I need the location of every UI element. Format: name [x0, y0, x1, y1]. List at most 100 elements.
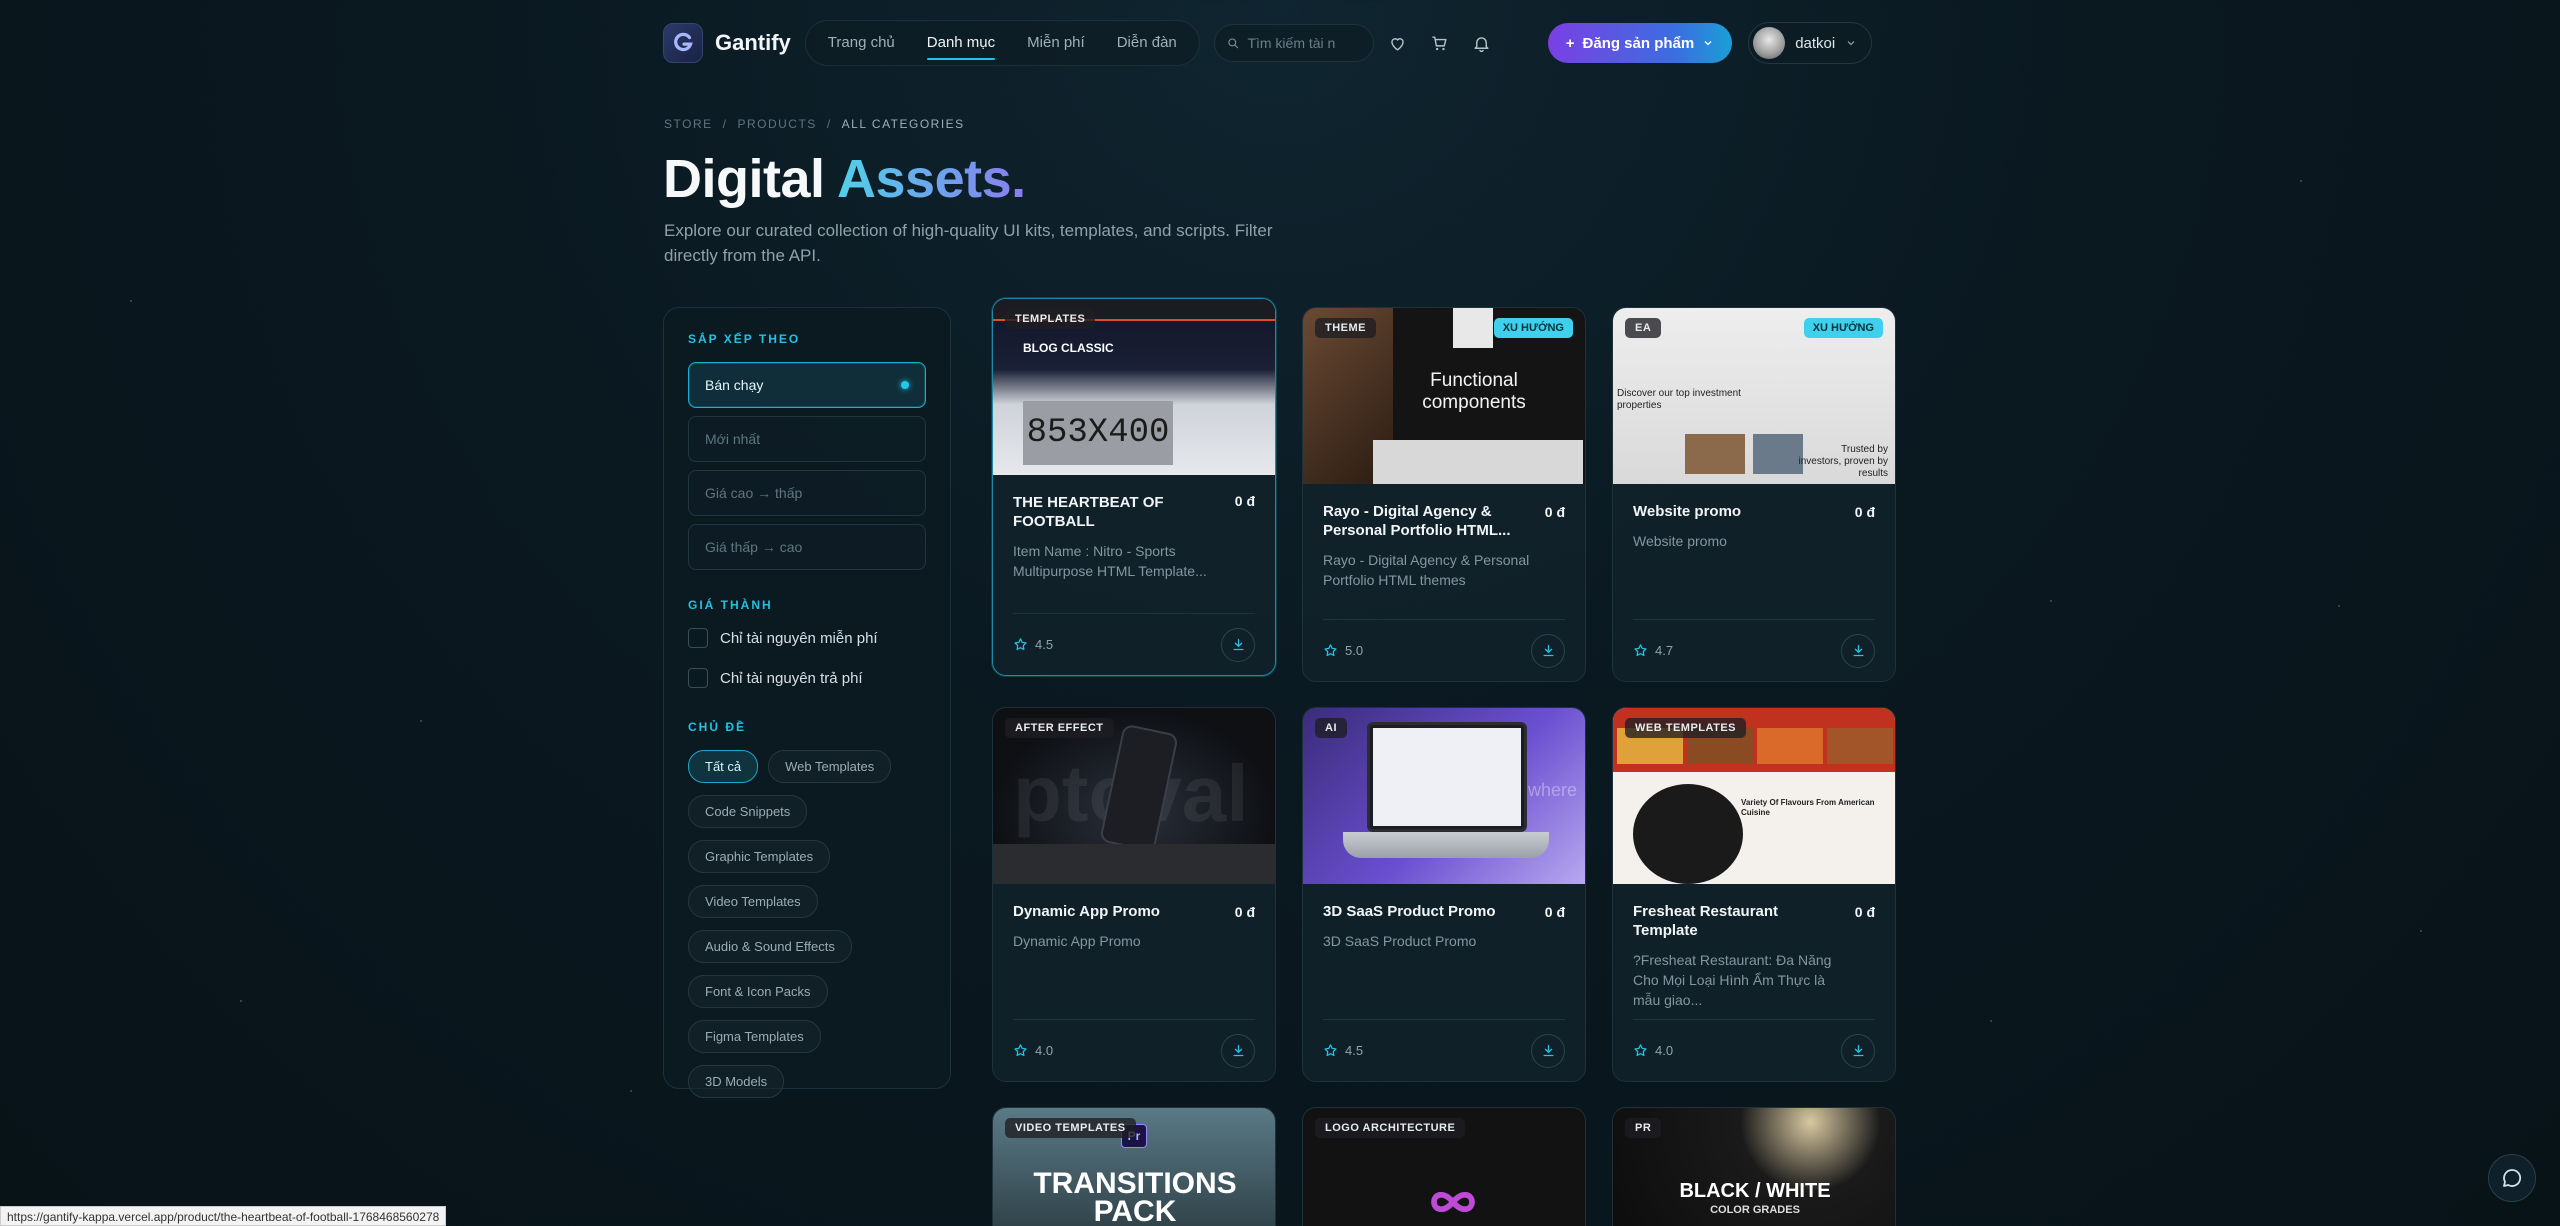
breadcrumb-store[interactable]: STORE: [664, 117, 713, 131]
nav-categories[interactable]: Danh mục: [915, 20, 1007, 66]
card-body: Dynamic App Promo 0 đ Dynamic App Promo: [993, 884, 1275, 951]
product-thumbnail: ptoval AFTER EFFECT: [993, 708, 1275, 884]
rating: 4.5: [1323, 1043, 1363, 1058]
product-thumbnail: Discover our top investment properties T…: [1613, 308, 1895, 484]
free-only-checkbox[interactable]: [688, 628, 708, 648]
product-description: Item Name : Nitro - Sports Multipurpose …: [1013, 543, 1207, 579]
download-icon: [1543, 644, 1553, 657]
topic-code-snippets[interactable]: Code Snippets: [688, 795, 808, 828]
product-thumbnail: where AI: [1303, 708, 1585, 884]
chat-bubble-icon: [2503, 1169, 2522, 1187]
star-icon: [1324, 1044, 1337, 1057]
thumb-headline: Functional components: [1422, 370, 1526, 413]
product-card[interactable]: where AI 3D SaaS Product Promo 0 đ 3D Sa…: [1302, 707, 1586, 1082]
thumb-headline: TRANSITIONS PACK: [1033, 1167, 1237, 1226]
sort-price-asc[interactable]: Giá thấp → cao: [688, 524, 926, 570]
sort-price-desc[interactable]: Giá cao → thấp: [688, 470, 926, 516]
nav-free[interactable]: Miễn phí: [1015, 20, 1097, 66]
thumb-headline: BLACK / WHITE: [1679, 1180, 1831, 1202]
sort-best-selling[interactable]: Bán chạy: [688, 362, 926, 408]
avatar: [1753, 27, 1786, 59]
rating: 4.7: [1633, 643, 1673, 658]
topic-graphic-templates[interactable]: Graphic Templates: [688, 840, 831, 873]
post-product-button[interactable]: + Đăng sản phẩm: [1547, 23, 1733, 63]
category-badge: WEB TEMPLATES: [1625, 718, 1747, 738]
paid-only-checkbox[interactable]: [688, 668, 708, 688]
topic-all[interactable]: Tất cả: [688, 750, 759, 783]
search-box: [1213, 24, 1374, 62]
product-name[interactable]: 3D SaaS Product Promo: [1323, 902, 1523, 921]
nav-forum[interactable]: Diễn đàn: [1105, 20, 1189, 66]
card-footer: 4.5: [1323, 1019, 1565, 1081]
topic-audio-sound[interactable]: Audio & Sound Effects: [688, 930, 852, 963]
download-button[interactable]: [1221, 1033, 1255, 1068]
product-name[interactable]: THE HEARTBEAT OF FOOTBALL: [1013, 493, 1213, 531]
product-card[interactable]: LOGO ARCHITECTURE: [1302, 1107, 1586, 1226]
card-footer: 4.7: [1633, 619, 1875, 681]
card-body: 3D SaaS Product Promo 0 đ 3D SaaS Produc…: [1303, 884, 1585, 951]
product-name[interactable]: Rayo - Digital Agency & Personal Portfol…: [1323, 502, 1523, 540]
cart-button[interactable]: [1422, 25, 1458, 61]
category-badge: THEME: [1315, 318, 1376, 338]
heart-icon: [1391, 37, 1405, 51]
product-card[interactable]: Functional components THEME XU HƯỚNG Ray…: [1302, 307, 1586, 682]
user-menu[interactable]: datkoi: [1748, 22, 1873, 64]
rating: 4.0: [1013, 1043, 1053, 1058]
selected-dot-icon: [901, 381, 909, 389]
product-card[interactable]: BLACK / WHITE COLOR GRADES PR: [1612, 1107, 1896, 1226]
notifications-button[interactable]: [1464, 25, 1500, 61]
card-body: Fresheat Restaurant Template 0 đ ?Freshe…: [1613, 884, 1895, 1010]
product-name[interactable]: Website promo: [1633, 502, 1833, 521]
brand-logo[interactable]: [663, 23, 703, 63]
topic-3d-models[interactable]: 3D Models: [688, 1065, 785, 1098]
product-card[interactable]: Variety Of Flavours From American Cuisin…: [1612, 707, 1896, 1082]
rating-value: 4.0: [1655, 1043, 1674, 1058]
topic-video-templates[interactable]: Video Templates: [688, 885, 818, 918]
bell-icon: [1474, 36, 1489, 52]
category-badge: TEMPLATES: [1005, 309, 1096, 329]
brand-name[interactable]: Gantify: [715, 30, 791, 56]
page-title: Digital Assets.: [663, 148, 1026, 210]
trending-badge: XU HƯỚNG: [1493, 318, 1573, 338]
product-price: 0 đ: [1544, 504, 1565, 520]
download-button[interactable]: [1841, 1033, 1875, 1068]
topic-web-templates[interactable]: Web Templates: [768, 750, 892, 783]
title-main: Digital: [663, 149, 825, 209]
thumb-headline: Variety Of Flavours From American Cuisin…: [1741, 798, 1875, 817]
product-description: 3D SaaS Product Promo: [1323, 933, 1477, 949]
breadcrumb-products[interactable]: PRODUCTS: [737, 117, 816, 131]
chevron-down-icon: [1704, 41, 1712, 46]
product-card[interactable]: BLOG CLASSIC 853X400 TEMPLATES THE HEART…: [992, 298, 1276, 676]
product-card[interactable]: Pr TRANSITIONS PACK VIDEO TEMPLATES: [992, 1107, 1276, 1226]
user-name: datkoi: [1795, 34, 1836, 52]
rating-value: 4.5: [1035, 637, 1054, 652]
download-button[interactable]: [1841, 633, 1875, 668]
product-card[interactable]: ptoval AFTER EFFECT Dynamic App Promo 0 …: [992, 707, 1276, 1082]
product-name[interactable]: Dynamic App Promo: [1013, 902, 1213, 921]
wishlist-button[interactable]: [1380, 25, 1416, 61]
download-button[interactable]: [1531, 1033, 1565, 1068]
download-icon: [1543, 1044, 1553, 1057]
category-badge: VIDEO TEMPLATES: [1005, 1118, 1136, 1138]
logo-icon: [674, 32, 693, 52]
chat-button[interactable]: [2488, 1154, 2536, 1202]
card-footer: 4.0: [1633, 1019, 1875, 1081]
product-price: 0 đ: [1854, 904, 1875, 920]
sort-section-title: SẮP XẾP THEO: [688, 332, 801, 346]
download-button[interactable]: [1531, 633, 1565, 668]
thumb-subtitle: COLOR GRADES: [1710, 1204, 1800, 1216]
product-card[interactable]: Discover our top investment properties T…: [1612, 307, 1896, 682]
download-icon: [1233, 638, 1243, 651]
nav-home[interactable]: Trang chủ: [816, 20, 907, 66]
product-name[interactable]: Fresheat Restaurant Template: [1633, 902, 1833, 940]
topic-figma[interactable]: Figma Templates: [688, 1020, 821, 1053]
topic-font-icon[interactable]: Font & Icon Packs: [688, 975, 828, 1008]
product-description: ?Fresheat Restaurant: Đa Năng Cho Mọi Lo…: [1633, 952, 1832, 1008]
filter-free-only[interactable]: Chỉ tài nguyên miễn phí: [688, 628, 926, 648]
search-input[interactable]: [1247, 35, 1361, 51]
card-body: Rayo - Digital Agency & Personal Portfol…: [1303, 484, 1585, 590]
thumb-placeholder-text: 853X400: [1023, 401, 1173, 465]
sort-newest[interactable]: Mới nhất: [688, 416, 926, 462]
download-button[interactable]: [1221, 627, 1255, 662]
filter-paid-only[interactable]: Chỉ tài nguyên trả phí: [688, 668, 926, 688]
